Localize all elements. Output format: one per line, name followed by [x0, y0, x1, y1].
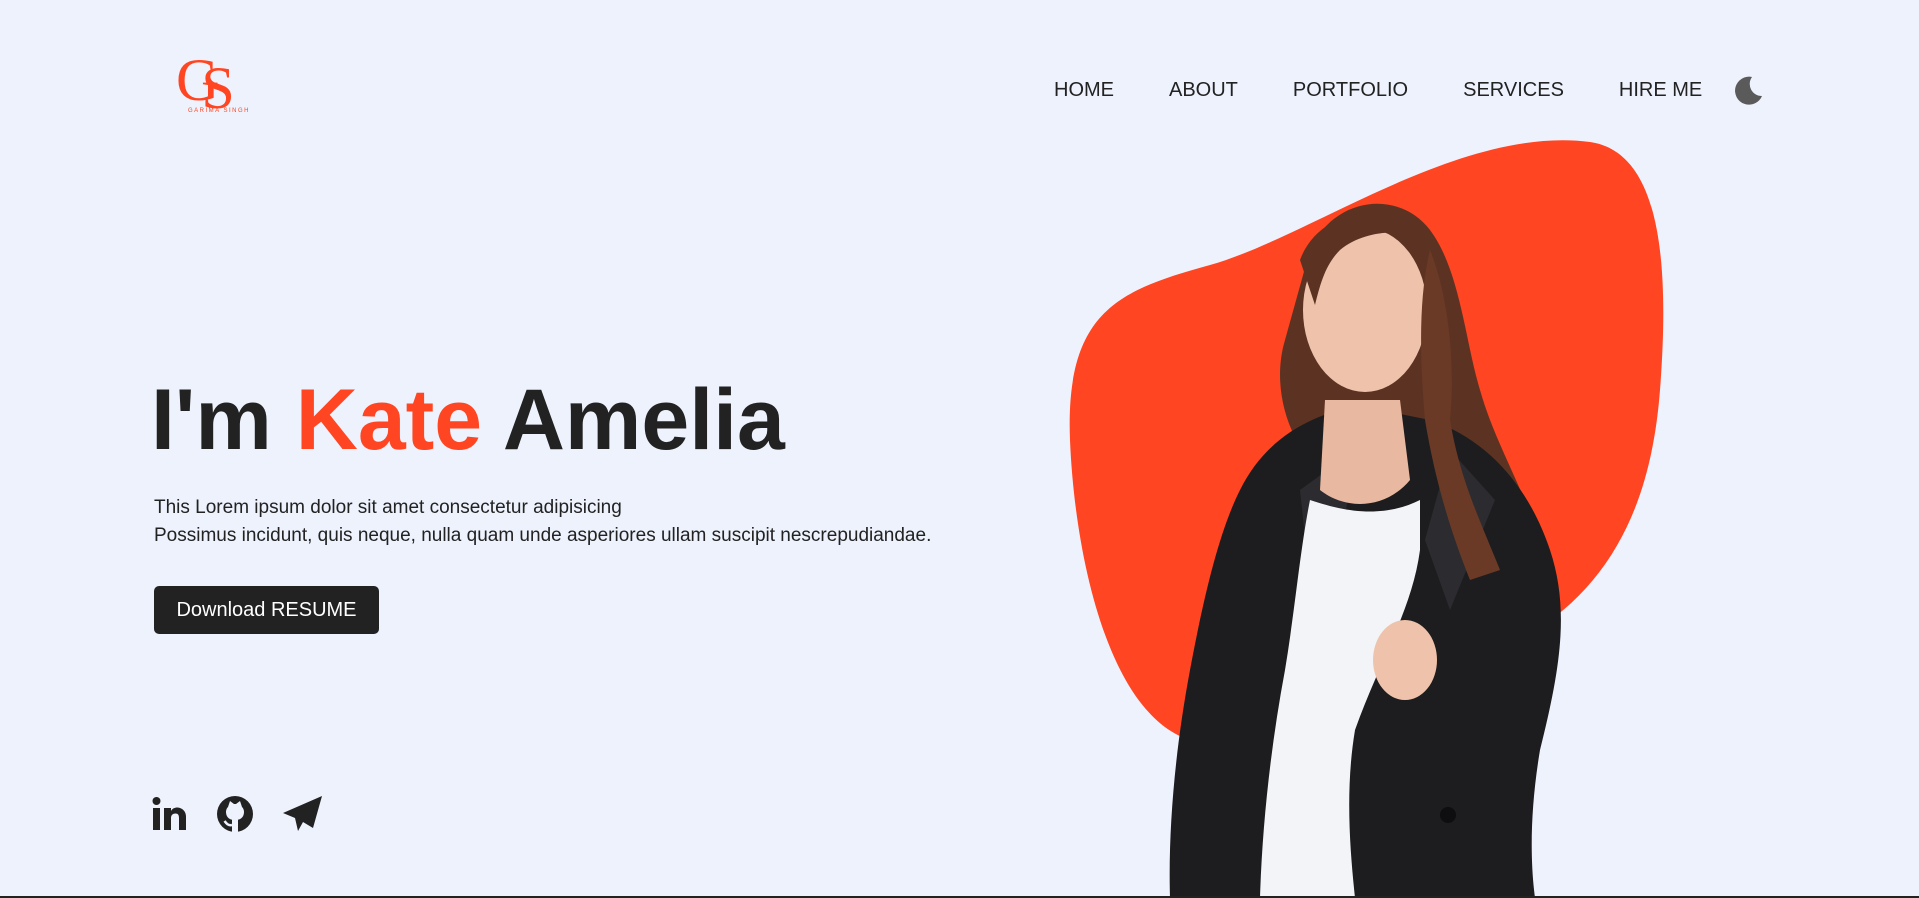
hero-title: I'm Kate Amelia: [151, 372, 785, 468]
nav-hire-me[interactable]: HIRE ME: [1619, 78, 1702, 102]
nav-home[interactable]: HOME: [1054, 78, 1114, 102]
logo-mark: GS: [176, 47, 235, 121]
hero-description: This Lorem ipsum dolor sit amet consecte…: [154, 494, 931, 550]
logo-subtitle: GARIMA SINGH: [188, 108, 251, 114]
nav-portfolio[interactable]: PORTFOLIO: [1293, 78, 1408, 102]
nav-about[interactable]: ABOUT: [1169, 78, 1238, 102]
download-resume-button[interactable]: Download RESUME: [154, 586, 379, 634]
hero-description-line-2: Possimus incidunt, quis neque, nulla qua…: [154, 525, 932, 546]
linkedin-icon: [152, 797, 186, 830]
hero-title-name: Kate: [295, 372, 483, 468]
portrait-photo: [1169, 203, 1561, 898]
github-icon: [217, 796, 253, 832]
telegram-link[interactable]: [282, 794, 324, 834]
page: GS GARIMA SINGH HOME ABOUT PORTFOLIO SER…: [0, 0, 1919, 898]
logo[interactable]: GS GARIMA SINGH: [176, 50, 250, 120]
social-links: [152, 794, 352, 834]
hero-title-prefix: I'm: [151, 372, 296, 468]
hero-description-line-1: This Lorem ipsum dolor sit amet consecte…: [154, 497, 622, 518]
moon-icon[interactable]: [1732, 74, 1764, 106]
nav-services[interactable]: SERVICES: [1463, 78, 1564, 102]
linkedin-link[interactable]: [152, 796, 188, 832]
hero-title-suffix: Amelia: [482, 372, 785, 468]
telegram-icon: [283, 796, 322, 831]
main-nav: HOME ABOUT PORTFOLIO SERVICES HIRE ME: [1054, 74, 1764, 106]
github-link[interactable]: [216, 795, 254, 833]
